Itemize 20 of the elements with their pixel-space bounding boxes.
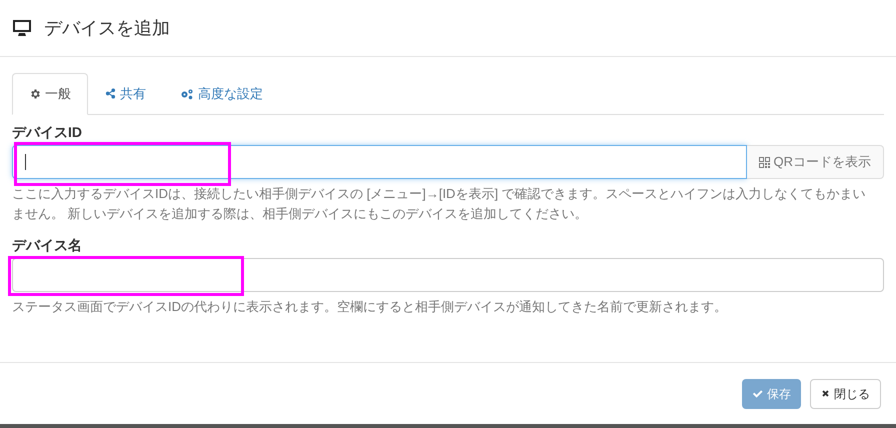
- tab[interactable]: 高度な設定: [163, 73, 280, 114]
- field-label: デバイスID: [12, 123, 82, 141]
- text-field[interactable]: [12, 145, 746, 179]
- close-button[interactable]: 閉じる: [810, 378, 881, 408]
- check-icon: [752, 388, 763, 398]
- gear-icon: [29, 88, 41, 100]
- monitor-icon: [12, 19, 32, 37]
- close-icon: [821, 389, 830, 398]
- help-text: ステータス画面でデバイスIDの代わりに表示されます。空欄にすると相手側デバイスが通知してきた名前で更新されます。: [12, 298, 728, 316]
- help-text: ここに入力するデバイスIDは、接続したい相手側デバイスの [メニュー]→[IDを表示] で確認できます。スペースとハイフンは入力しなくてもかまいません。 新しいデバイスを追加する際は、相手側デバイスにもこのデバイスを追加してください。: [12, 185, 867, 223]
- tab[interactable]: 一般: [12, 73, 88, 115]
- text-cursor: [25, 154, 26, 170]
- qr-icon: [758, 156, 770, 168]
- dialog-title: デバイスを追加: [44, 16, 170, 40]
- qr-code-button[interactable]: QRコードを表示: [746, 145, 884, 179]
- share-icon: [105, 88, 116, 99]
- field-label: デバイス名: [12, 236, 82, 254]
- gears-icon: [180, 88, 194, 100]
- text-field[interactable]: [12, 258, 884, 292]
- tab[interactable]: 共有: [88, 73, 163, 114]
